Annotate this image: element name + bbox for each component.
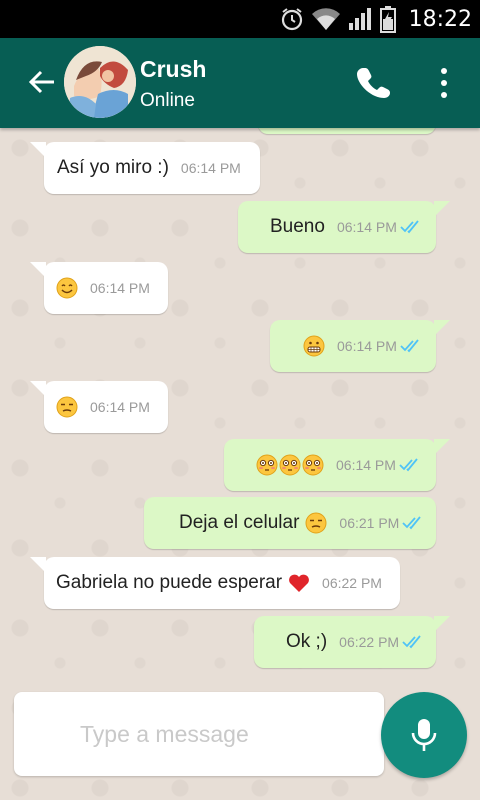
message-composer	[14, 692, 384, 776]
message-time: 06:14 PM	[336, 219, 397, 235]
grimacing-emoji-icon	[303, 335, 325, 357]
read-receipt-icon	[402, 516, 422, 530]
voice-record-button[interactable]	[381, 692, 467, 778]
contact-status: Online	[140, 90, 195, 111]
flushed-emoji-icon	[256, 454, 324, 476]
status-time: 18:22	[408, 6, 472, 32]
signal-icon	[348, 8, 371, 30]
message-bubble-out[interactable]: Deja el celular 06:21 PM	[144, 497, 436, 549]
message-bubble-in[interactable]: 06:14 PM	[30, 381, 168, 433]
contact-name[interactable]: Crush	[140, 56, 206, 83]
read-receipt-icon	[400, 220, 419, 234]
message-time: 06:14 PM	[337, 338, 397, 354]
read-receipt-icon	[400, 339, 419, 353]
red-heart-icon	[289, 574, 309, 592]
message-text: Así yo miro :)	[57, 157, 169, 178]
message-time: 06:21 PM	[339, 515, 400, 531]
message-bubble-out[interactable]: 06:14 PM	[270, 320, 450, 372]
more-options-icon[interactable]	[432, 66, 456, 100]
wifi-icon	[311, 8, 340, 30]
message-text: Bueno	[270, 216, 325, 237]
message-bubble-in[interactable]: Así yo miro :) 06:14 PM	[30, 142, 260, 194]
read-receipt-icon	[402, 635, 421, 649]
phone-call-icon[interactable]	[356, 66, 390, 100]
message-input[interactable]	[80, 716, 360, 752]
microphone-icon	[411, 719, 437, 751]
message-bubble-out[interactable]: Bueno 06:14 PM	[238, 201, 450, 253]
message-time: 06:22 PM	[322, 575, 382, 591]
message-bubble-out[interactable]: Ok ;) 06:22 PM	[254, 616, 450, 668]
message-bubble-in[interactable]: Gabriela no puede esperar 06:22 PM	[30, 557, 400, 609]
unamused-emoji-icon	[305, 512, 327, 534]
read-receipt-icon	[399, 458, 418, 472]
message-time: 06:14 PM	[180, 160, 241, 176]
back-arrow-icon[interactable]	[26, 66, 58, 98]
message-time: 06:14 PM	[90, 280, 150, 296]
message-text: Gabriela no puede esperar	[56, 572, 283, 593]
alarm-icon	[281, 8, 302, 31]
message-bubble-out-partial[interactable]	[258, 128, 436, 134]
message-time: 06:14 PM	[336, 457, 396, 473]
status-bar: 18:22	[0, 0, 480, 38]
message-time: 06:14 PM	[90, 399, 150, 415]
battery-icon	[379, 6, 396, 33]
smiling-emoji-icon	[56, 277, 78, 299]
message-time: 06:22 PM	[339, 634, 400, 650]
contact-avatar[interactable]	[64, 46, 136, 118]
chat-header: Crush Online	[0, 38, 480, 128]
unamused-emoji-icon	[56, 396, 78, 418]
message-text: Deja el celular	[179, 512, 300, 533]
message-bubble-out[interactable]: 06:14 PM	[224, 439, 450, 491]
message-bubble-in[interactable]: 06:14 PM	[30, 262, 168, 314]
message-text: Ok ;)	[286, 631, 328, 652]
